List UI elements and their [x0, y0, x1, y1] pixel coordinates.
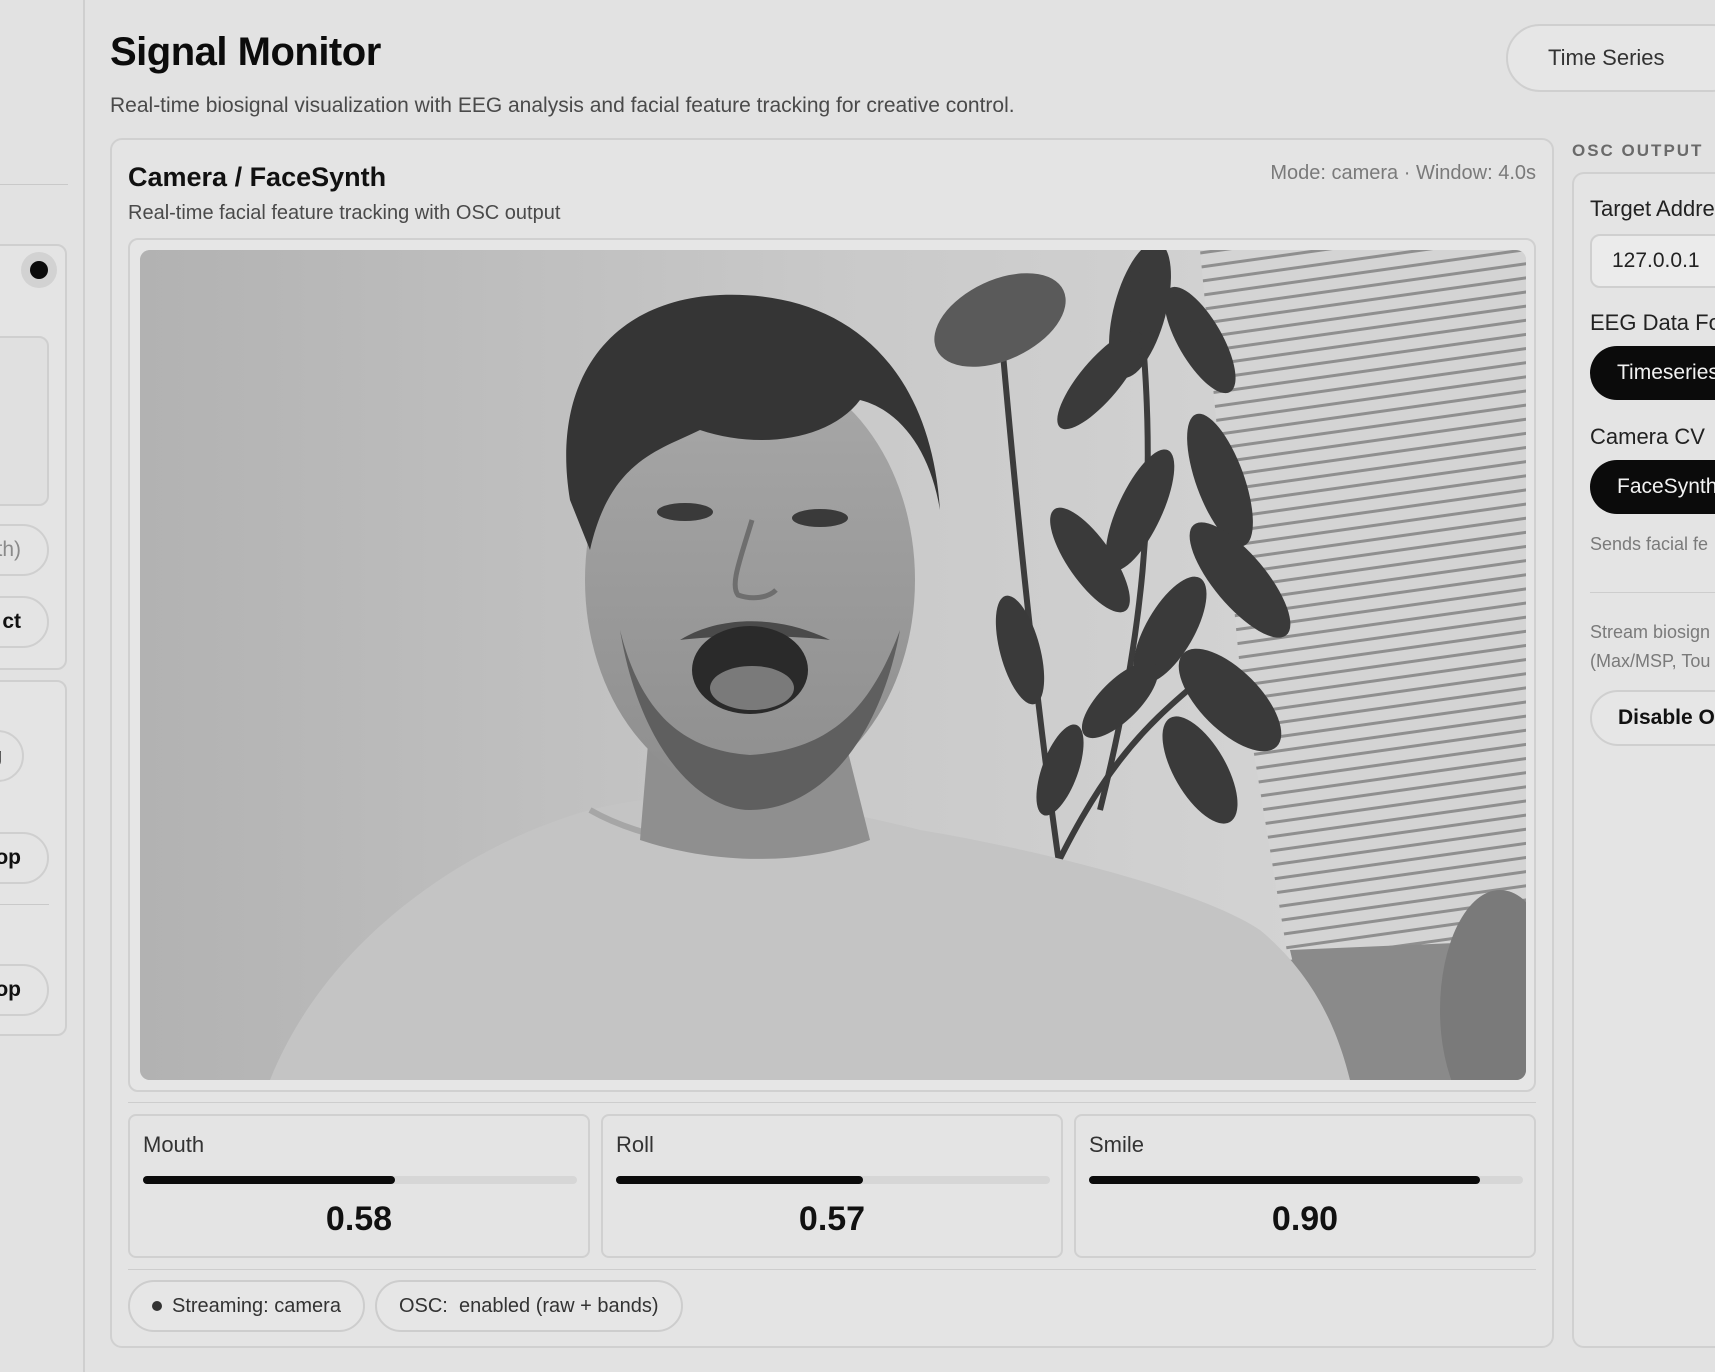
time-series-tab[interactable]: Time Series	[1506, 24, 1715, 92]
disable-osc-button-label: Disable O	[1618, 706, 1715, 729]
camera-feed-image	[140, 250, 1526, 1080]
stop-button-1-label: op	[0, 846, 21, 869]
metric-roll-label: Roll	[616, 1132, 654, 1157]
stop-button-2-label: op	[0, 978, 21, 1001]
connect-button-label: ct	[2, 610, 21, 633]
sidebar-preview-box	[0, 336, 49, 506]
osc-status-badge: OSC: enabled (raw + bands)	[374, 1280, 683, 1332]
osc-output-heading: OSC OUTPUT	[1572, 141, 1704, 160]
sidebar-card-divider	[0, 904, 49, 905]
sidebar-divider	[0, 184, 68, 185]
metric-roll-bar	[616, 1176, 1050, 1184]
metric-smile-label: Smile	[1089, 1132, 1145, 1157]
left-sidebar: th) ct g op op	[0, 0, 85, 1372]
streaming-dot-icon	[152, 1301, 162, 1311]
card-subtitle: Real-time facial feature tracking with O…	[128, 202, 561, 224]
osc-status-text: OSC: enabled (raw + bands)	[398, 1294, 659, 1317]
camera-facesynth-toggle[interactable]: FaceSynth	[1590, 460, 1715, 514]
metric-mouth-value: 0.58	[325, 1200, 393, 1238]
card-divider-bottom	[128, 1269, 1536, 1270]
status-row: Streaming: camera OSC: enabled (raw + ba…	[128, 1280, 683, 1332]
page-title: Signal Monitor	[110, 30, 381, 74]
stream-note-line-1: Stream biosign	[1590, 622, 1711, 642]
disable-osc-button[interactable]: Disable O	[1590, 690, 1715, 746]
camera-feed	[140, 250, 1526, 1080]
page-subtitle: Real-time biosignal visualization with E…	[110, 94, 1015, 117]
card-divider-top	[128, 1102, 1536, 1103]
metric-roll: Roll 0.57	[601, 1114, 1063, 1258]
metric-mouth-bar	[143, 1176, 577, 1184]
metric-smile-bar-fill	[1089, 1176, 1480, 1184]
metric-mouth: Mouth 0.58	[128, 1114, 590, 1258]
face-metrics: Mouth 0.58 Roll 0.57 Smile 0.90	[128, 1114, 1536, 1258]
stream-note-line-2: (Max/MSP, Tou	[1590, 651, 1711, 671]
sidebar-input-text: th)	[0, 538, 21, 561]
metric-smile-bar	[1089, 1176, 1523, 1184]
camera-cv-label: Camera CV	[1590, 424, 1705, 449]
camera-card: Camera / FaceSynth Mode: camera · Window…	[110, 138, 1554, 1348]
camera-facesynth-toggle-label: FaceSynth	[1617, 475, 1715, 498]
target-address-label: Target Addre	[1590, 196, 1715, 221]
camera-cv-note: Sends facial fe	[1590, 534, 1709, 554]
metric-smile-value: 0.90	[1271, 1200, 1339, 1238]
osc-divider	[1590, 592, 1715, 593]
eeg-timeseries-toggle-label: Timeseries	[1617, 361, 1715, 384]
osc-output-panel: Target Addre EEG Data Fo Timeseries Came…	[1572, 172, 1715, 1348]
eeg-timeseries-toggle[interactable]: Timeseries	[1590, 346, 1715, 400]
metric-roll-bar-fill	[616, 1176, 864, 1184]
metric-mouth-label: Mouth	[143, 1132, 205, 1157]
card-mode-window: Mode: camera · Window: 4.0s	[1270, 162, 1536, 184]
time-series-tab-label: Time Series	[1548, 45, 1665, 70]
metric-mouth-bar-fill	[143, 1176, 395, 1184]
connection-status-indicator[interactable]	[21, 252, 57, 288]
target-address-input[interactable]	[1590, 234, 1715, 288]
card-title: Camera / FaceSynth	[128, 162, 387, 192]
metric-smile: Smile 0.90	[1074, 1114, 1536, 1258]
sidebar-toggle-label: g	[0, 745, 2, 768]
streaming-status-badge: Streaming: camera	[128, 1280, 365, 1332]
metric-roll-value: 0.57	[798, 1200, 866, 1238]
camera-feed-frame	[128, 238, 1536, 1092]
streaming-status-text: Streaming: camera	[172, 1294, 341, 1317]
eeg-data-format-label: EEG Data Fo	[1590, 310, 1715, 335]
